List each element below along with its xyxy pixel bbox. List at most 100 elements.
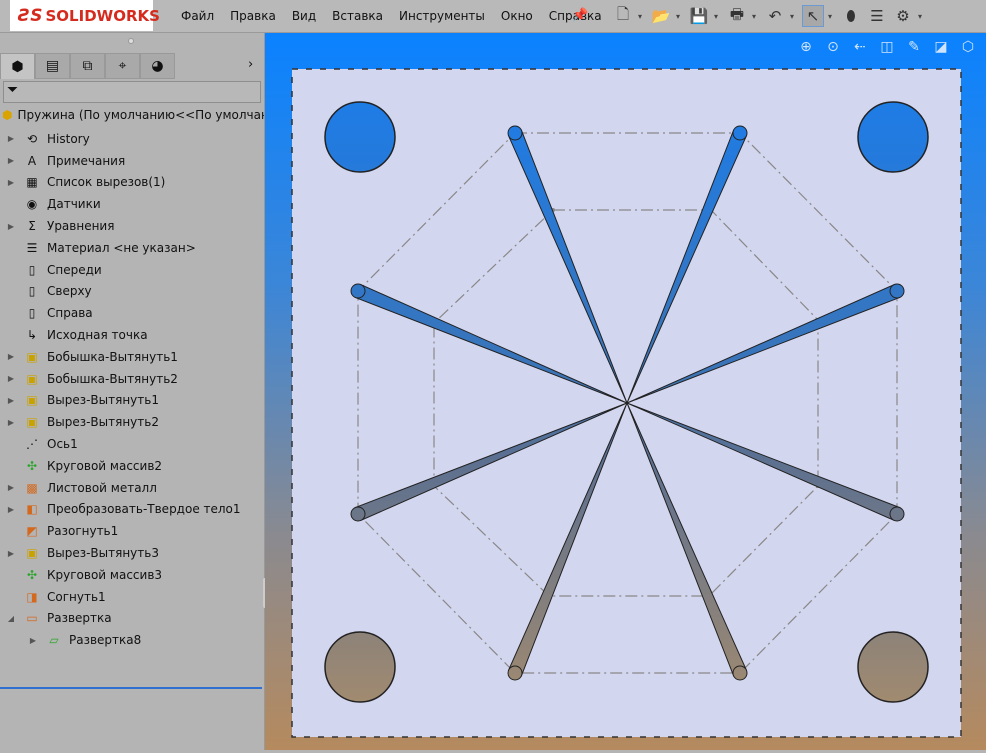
- tree-item[interactable]: ▶ ▦ Список вырезов(1): [0, 172, 262, 194]
- tree-item[interactable]: ▶ ▣ Вырез-Вытянуть3: [0, 542, 262, 564]
- tree-item[interactable]: ☰ Материал <не указан>: [0, 237, 262, 259]
- spoke-tip[interactable]: [350, 506, 366, 522]
- expand-arrow-icon[interactable]: ▶: [0, 156, 22, 165]
- spoke-tip[interactable]: [732, 665, 748, 681]
- print-icon[interactable]: 🖶: [726, 5, 748, 27]
- options-gear-icon[interactable]: ⚙: [892, 5, 914, 27]
- expand-arrow-icon[interactable]: ▶: [0, 483, 22, 492]
- tree-item[interactable]: ▶ ◧ Преобразовать-Твердое тело1: [0, 499, 262, 521]
- tree-item[interactable]: ◨ Согнуть1: [0, 586, 262, 608]
- rollback-bar[interactable]: [0, 687, 262, 689]
- expand-arrow-icon[interactable]: ▶: [0, 505, 22, 514]
- tree-item[interactable]: ⋰ Ось1: [0, 433, 262, 455]
- tree-item[interactable]: ▶ ▣ Вырез-Вытянуть2: [0, 411, 262, 433]
- dropdown-arrow-icon[interactable]: ▾: [638, 12, 646, 21]
- expand-arrow-icon[interactable]: ▶: [0, 178, 22, 187]
- panel-grip[interactable]: [128, 38, 134, 44]
- zoom-to-area-icon[interactable]: ⊙: [823, 37, 843, 57]
- tree-item[interactable]: ◉ Датчики: [0, 193, 262, 215]
- expand-arrow-icon[interactable]: ◢: [0, 614, 22, 623]
- dropdown-arrow-icon[interactable]: ▾: [676, 12, 684, 21]
- tree-item[interactable]: ↳ Исходная точка: [0, 324, 262, 346]
- tree-item[interactable]: ▶ A Примечания: [0, 150, 262, 172]
- menu-item[interactable]: Инструменты: [391, 9, 493, 23]
- tree-item[interactable]: ✣ Круговой массив3: [0, 564, 262, 586]
- tree-root[interactable]: ⬢ Пружина (По умолчанию<<По умолчанию>_Со…: [2, 107, 264, 123]
- tree-item[interactable]: ▶ ⟲ History: [0, 128, 262, 150]
- menu-item[interactable]: Вид: [284, 9, 324, 23]
- expand-arrow-icon[interactable]: ▶: [0, 396, 22, 405]
- previous-view-icon[interactable]: ⇠: [850, 37, 870, 57]
- spoke-tip[interactable]: [889, 283, 905, 299]
- section-view-icon[interactable]: ◫: [877, 37, 897, 57]
- hide-show-icon[interactable]: ⬡: [958, 37, 978, 57]
- tree-item[interactable]: ▶ ▱ Развертка8: [0, 629, 262, 651]
- filter-field[interactable]: ⏷: [3, 81, 261, 103]
- expand-arrow-icon[interactable]: ▶: [0, 352, 22, 361]
- corner-hole[interactable]: [857, 631, 929, 703]
- display-manager-icon[interactable]: ◕: [140, 53, 175, 79]
- expand-arrow-icon[interactable]: ▶: [0, 549, 22, 558]
- expand-arrow-icon[interactable]: ▶: [0, 418, 22, 427]
- configuration-manager-icon[interactable]: ⧉: [70, 53, 105, 79]
- zoom-to-fit-icon[interactable]: ⊕: [796, 37, 816, 57]
- spoke-tip[interactable]: [889, 506, 905, 522]
- file-properties-icon[interactable]: ☰: [866, 5, 888, 27]
- dropdown-arrow-icon[interactable]: ▾: [752, 12, 760, 21]
- dropdown-arrow-icon[interactable]: ▾: [714, 12, 722, 21]
- undo-icon[interactable]: ↶: [764, 5, 786, 27]
- view-orientation-icon[interactable]: ✎: [904, 37, 924, 57]
- feature-manager-icon[interactable]: ⬢: [0, 53, 35, 79]
- property-manager-icon[interactable]: ▤: [35, 53, 70, 79]
- root-label: Пружина (По умолчанию<<По умолчанию>_Сос…: [17, 108, 264, 122]
- spoke-tip[interactable]: [507, 665, 523, 681]
- spoke-tip[interactable]: [507, 125, 523, 141]
- dropdown-arrow-icon[interactable]: ▾: [828, 12, 836, 21]
- corner-hole[interactable]: [324, 631, 396, 703]
- dimxpert-icon[interactable]: ⌖: [105, 53, 140, 79]
- menu-item[interactable]: Вставка: [324, 9, 391, 23]
- tree-item[interactable]: ◩ Разогнуть1: [0, 520, 262, 542]
- new-document-icon[interactable]: 🗋: [612, 5, 634, 27]
- tree-item-label: Спереди: [47, 262, 102, 277]
- spoke-tip[interactable]: [732, 125, 748, 141]
- expand-arrow-icon[interactable]: ▶: [22, 636, 44, 645]
- tree-item[interactable]: ▶ ▣ Вырез-Вытянуть1: [0, 390, 262, 412]
- display-style-icon[interactable]: ◪: [931, 37, 951, 57]
- corner-hole[interactable]: [324, 101, 396, 173]
- pin-icon[interactable]: 📌: [572, 8, 588, 23]
- menu-item[interactable]: Файл: [173, 9, 222, 23]
- heads-up-view-toolbar: ⊕ ⊙ ⇠ ◫ ✎ ◪ ⬡: [796, 37, 978, 57]
- main-toolbar: 🗋 ▾ 📂 ▾ 💾 ▾ 🖶 ▾ ↶ ▾ ↖ ▾ ⬮ ☰ ⚙ ▾: [612, 4, 926, 28]
- expand-arrow-icon[interactable]: ▶: [0, 134, 22, 143]
- tree-item[interactable]: ▯ Спереди: [0, 259, 262, 281]
- expand-arrow-icon[interactable]: ▶: [0, 222, 22, 231]
- model-view[interactable]: [265, 33, 986, 750]
- corner-hole[interactable]: [857, 101, 929, 173]
- dropdown-arrow-icon[interactable]: ▾: [918, 12, 926, 21]
- flat-pattern-icon: ▱: [49, 633, 59, 648]
- filter-icon: ⏷: [7, 82, 19, 98]
- graphics-area[interactable]: ⊕ ⊙ ⇠ ◫ ✎ ◪ ⬡: [265, 33, 986, 750]
- tree-item[interactable]: ▶ ▣ Бобышка-Вытянуть2: [0, 368, 262, 390]
- menu-item[interactable]: Окно: [493, 9, 541, 23]
- flat-pattern-folder-icon: ▭: [26, 611, 38, 626]
- save-icon[interactable]: 💾: [688, 5, 710, 27]
- open-icon[interactable]: 📂: [650, 5, 672, 27]
- tree-item[interactable]: ▶ Σ Уравнения: [0, 215, 262, 237]
- sheet-metal-icon: ▩: [26, 480, 38, 495]
- tree-item[interactable]: ▯ Справа: [0, 302, 262, 324]
- tree-item[interactable]: ▶ ▣ Бобышка-Вытянуть1: [0, 346, 262, 368]
- solidworks-logo[interactable]: ƧS SOLIDWORKS: [10, 0, 160, 31]
- rebuild-icon[interactable]: ⬮: [840, 5, 862, 27]
- dropdown-arrow-icon[interactable]: ▾: [790, 12, 798, 21]
- chevron-right-icon[interactable]: ›: [248, 57, 253, 72]
- menu-item[interactable]: Правка: [222, 9, 284, 23]
- spoke-tip[interactable]: [350, 283, 366, 299]
- tree-item[interactable]: ▯ Сверху: [0, 281, 262, 303]
- tree-item[interactable]: ▶ ▩ Листовой металл: [0, 477, 262, 499]
- expand-arrow-icon[interactable]: ▶: [0, 374, 22, 383]
- select-icon[interactable]: ↖: [802, 5, 824, 27]
- tree-item[interactable]: ◢ ▭ Развертка: [0, 608, 262, 630]
- tree-item[interactable]: ✣ Круговой массив2: [0, 455, 262, 477]
